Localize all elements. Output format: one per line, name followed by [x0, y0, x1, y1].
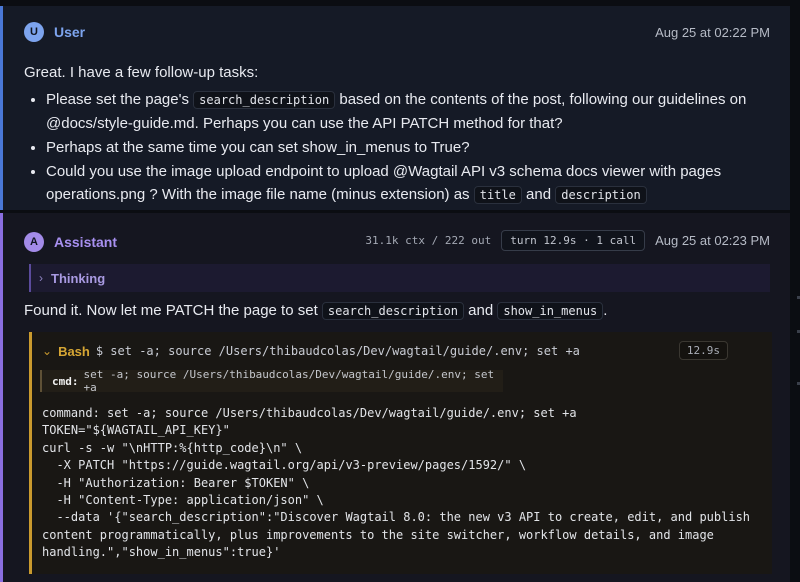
chevron-right-icon: ›: [39, 271, 43, 285]
chevron-down-icon: ⌄: [42, 344, 53, 358]
user-message: U User Aug 25 at 02:22 PM Great. I have …: [0, 6, 790, 210]
tool-duration-badge: 12.9s: [678, 341, 728, 360]
assistant-role-label: Assistant: [54, 234, 118, 250]
user-timestamp: Aug 25 at 02:22 PM: [655, 25, 770, 40]
message-header: U User: [24, 21, 85, 43]
assistant-message: A Assistant 31.1k ctx / 222 out turn 12.…: [0, 213, 790, 582]
assistant-avatar: A: [24, 232, 44, 252]
tool-command: $ set -a; source /Users/thibaudcolas/Dev…: [95, 344, 580, 358]
user-role-label: User: [54, 24, 86, 40]
assistant-timestamp: Aug 25 at 02:23 PM: [655, 233, 770, 248]
user-intro-text: Great. I have a few follow-up tasks:: [24, 64, 259, 81]
message-header: A Assistant: [24, 231, 117, 253]
task-list: Please set the page's search_description…: [24, 88, 786, 208]
turn-badge: turn 12.9s · 1 call: [501, 230, 646, 251]
thinking-label: Thinking: [51, 270, 106, 286]
thinking-toggle[interactable]: › Thinking: [29, 264, 770, 292]
assistant-text: Found it. Now let me PATCH the page to s…: [24, 302, 608, 320]
cmd-key: cmd:: [52, 374, 79, 388]
list-item: Please set the page's search_description…: [46, 88, 786, 135]
inline-code: description: [555, 186, 647, 204]
inline-code: title: [473, 186, 522, 204]
list-item: Could you use the image upload endpoint …: [46, 160, 786, 207]
tool-cmd-bar: cmd: set -a; source /Users/thibaudcolas/…: [40, 368, 503, 394]
message-meta: 31.1k ctx / 222 out turn 12.9s · 1 call …: [365, 230, 770, 251]
tool-name: Bash: [58, 343, 90, 359]
user-avatar: U: [24, 22, 44, 42]
tool-call-header[interactable]: ⌄ Bash $ set -a; source /Users/thibaudco…: [42, 341, 762, 361]
inline-code: search_description: [321, 302, 464, 320]
context-stats: 31.1k ctx / 222 out: [365, 234, 492, 247]
inline-code: search_description: [193, 91, 336, 109]
tool-output: command: set -a; source /Users/thibaudco…: [42, 406, 751, 560]
tool-call-block: ⌄ Bash $ set -a; source /Users/thibaudco…: [29, 332, 772, 574]
cmd-value: set -a; source /Users/thibaudcolas/Dev/w…: [83, 368, 495, 394]
inline-code: show_in_menus: [497, 302, 604, 320]
list-item: Perhaps at the same time you can set sho…: [46, 136, 786, 159]
